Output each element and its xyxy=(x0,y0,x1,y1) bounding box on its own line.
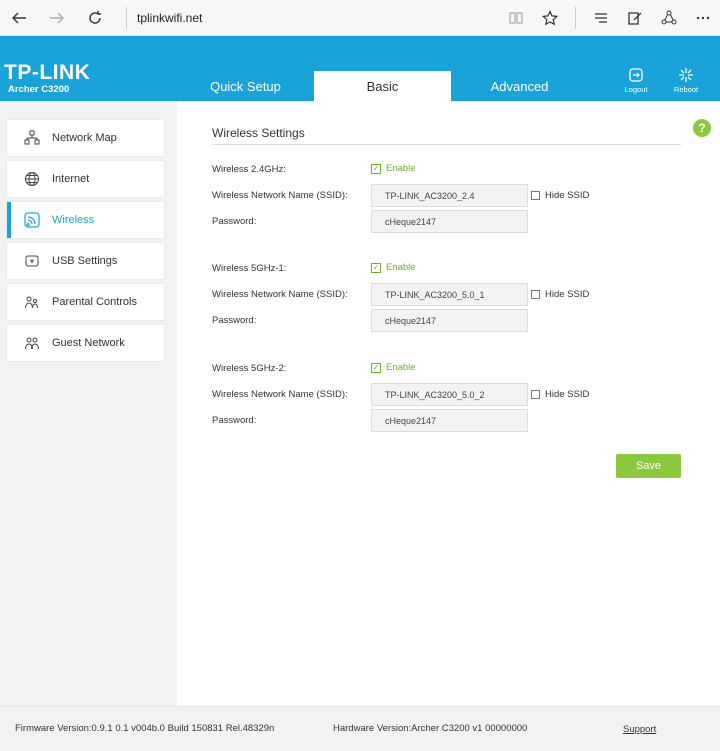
share-icon xyxy=(661,10,677,24)
band-5g1-ssid-input[interactable]: TP-LINK_AC3200_5.0_1 xyxy=(371,283,528,306)
hardware-version: Hardware Version:Archer C3200 v1 0000000… xyxy=(333,723,528,734)
band-5g2-password-label: Password: xyxy=(212,415,257,426)
forward-button[interactable] xyxy=(38,0,76,36)
reading-view-button[interactable] xyxy=(499,0,533,36)
share-button[interactable] xyxy=(652,0,686,36)
chrome-divider xyxy=(575,6,576,29)
save-button[interactable]: Save xyxy=(616,454,681,478)
sidebar-item-guest-network[interactable]: Guest Network xyxy=(7,325,164,361)
tab-quick-setup[interactable]: Quick Setup xyxy=(177,71,314,101)
star-icon xyxy=(542,9,558,25)
band-5g2-ssid-input[interactable]: TP-LINK_AC3200_5.0_2 xyxy=(371,383,528,406)
parental-controls-icon xyxy=(23,293,41,311)
enable-label: Enable xyxy=(386,163,416,174)
hub-button[interactable] xyxy=(584,0,618,36)
band-5g2-label: Wireless 5GHz-2: xyxy=(212,363,287,374)
network-map-icon xyxy=(23,129,41,147)
checkbox-icon xyxy=(531,390,540,399)
logout-label: Logout xyxy=(624,85,648,94)
brand-logo: TP-LINK xyxy=(4,61,91,84)
sidebar-item-label: USB Settings xyxy=(52,255,118,267)
band-5g1-label: Wireless 5GHz-1: xyxy=(212,263,287,274)
more-button[interactable] xyxy=(686,0,720,36)
address-bar[interactable]: tplinkwifi.net xyxy=(137,11,499,25)
band-5g1-hide-ssid-checkbox[interactable]: Hide SSID xyxy=(531,289,589,300)
checkmark-icon: ✓ xyxy=(371,163,381,174)
sidebar-item-label: Parental Controls xyxy=(52,296,137,308)
hide-ssid-label: Hide SSID xyxy=(545,289,590,300)
sidebar-item-label: Network Map xyxy=(52,132,117,144)
help-button[interactable]: ? xyxy=(693,119,711,137)
sidebar-item-parental-controls[interactable]: Parental Controls xyxy=(7,284,164,320)
support-link[interactable]: Support xyxy=(623,724,656,735)
wireless-icon xyxy=(23,211,41,229)
tab-basic[interactable]: Basic xyxy=(314,71,451,101)
checkbox-icon xyxy=(531,290,540,299)
main-panel: ? Wireless Settings Wireless 2.4GHz: ✓ E… xyxy=(177,101,720,706)
enable-label: Enable xyxy=(386,362,416,373)
url-divider xyxy=(126,6,127,29)
sidebar-item-label: Guest Network xyxy=(52,337,125,349)
band-5g2-hide-ssid-checkbox[interactable]: Hide SSID xyxy=(531,389,589,400)
reboot-button[interactable]: Reboot xyxy=(666,67,706,94)
reboot-label: Reboot xyxy=(673,85,699,94)
band-5g1-password-input[interactable]: cHeque2147 xyxy=(371,309,528,332)
band-2g-label: Wireless 2.4GHz: xyxy=(212,164,286,175)
logout-button[interactable]: Logout xyxy=(616,67,656,94)
arrow-left-icon xyxy=(12,12,26,23)
pen-icon xyxy=(628,11,642,25)
model-name: Archer C3200 xyxy=(8,84,70,95)
sidebar-item-label: Internet xyxy=(52,173,90,185)
ellipsis-icon xyxy=(696,16,710,19)
back-button[interactable] xyxy=(0,0,38,36)
refresh-icon xyxy=(89,10,101,24)
sidebar-item-internet[interactable]: Internet xyxy=(7,161,164,197)
sidebar-item-label: Wireless xyxy=(52,214,95,226)
band-5g1-enable-checkbox[interactable]: ✓ Enable xyxy=(371,262,416,273)
band-2g-ssid-input[interactable]: TP-LINK_AC3200_2.4 xyxy=(371,184,528,207)
firmware-version: Firmware Version:0.9.1 0.1 v004b.0 Build… xyxy=(15,723,275,734)
tab-advanced[interactable]: Advanced xyxy=(451,71,588,101)
router-header: TP-LINK Archer C3200 Quick Setup Basic A… xyxy=(0,36,720,101)
sidebar-item-usb-settings[interactable]: USB Settings xyxy=(7,243,164,279)
sidebar-item-network-map[interactable]: Network Map xyxy=(7,120,164,156)
favorite-button[interactable] xyxy=(533,0,567,36)
band-5g1-password-label: Password: xyxy=(212,315,257,326)
hide-ssid-label: Hide SSID xyxy=(545,190,590,201)
band-2g-ssid-label: Wireless Network Name (SSID): xyxy=(212,190,348,201)
band-5g1-ssid-label: Wireless Network Name (SSID): xyxy=(212,289,348,300)
sidebar-item-wireless[interactable]: Wireless xyxy=(7,202,164,238)
band-5g2-ssid-label: Wireless Network Name (SSID): xyxy=(212,389,348,400)
logout-icon xyxy=(629,68,643,82)
checkmark-icon: ✓ xyxy=(371,262,381,273)
footer: Firmware Version:0.9.1 0.1 v004b.0 Build… xyxy=(0,706,720,751)
page-title: Wireless Settings xyxy=(212,126,305,140)
checkbox-icon xyxy=(531,191,540,200)
band-2g-hide-ssid-checkbox[interactable]: Hide SSID xyxy=(531,190,589,201)
hub-icon xyxy=(595,12,607,23)
checkmark-icon: ✓ xyxy=(371,362,381,373)
browser-toolbar: tplinkwifi.net xyxy=(0,0,720,36)
globe-icon xyxy=(23,170,41,188)
hide-ssid-label: Hide SSID xyxy=(545,389,590,400)
band-2g-password-label: Password: xyxy=(212,216,257,227)
band-2g-password-input[interactable]: cHeque2147 xyxy=(371,210,528,233)
sidebar: Network Map Internet Wireless USB Settin… xyxy=(0,101,177,706)
guest-network-icon xyxy=(23,334,41,352)
refresh-button[interactable] xyxy=(76,0,114,36)
enable-label: Enable xyxy=(386,262,416,273)
title-divider xyxy=(212,144,681,145)
usb-icon xyxy=(23,252,41,270)
reboot-icon xyxy=(679,68,693,82)
arrow-right-icon xyxy=(50,12,64,23)
band-5g2-enable-checkbox[interactable]: ✓ Enable xyxy=(371,362,416,373)
band-2g-enable-checkbox[interactable]: ✓ Enable xyxy=(371,163,416,174)
web-note-button[interactable] xyxy=(618,0,652,36)
book-icon xyxy=(509,11,523,24)
band-5g2-password-input[interactable]: cHeque2147 xyxy=(371,409,528,432)
